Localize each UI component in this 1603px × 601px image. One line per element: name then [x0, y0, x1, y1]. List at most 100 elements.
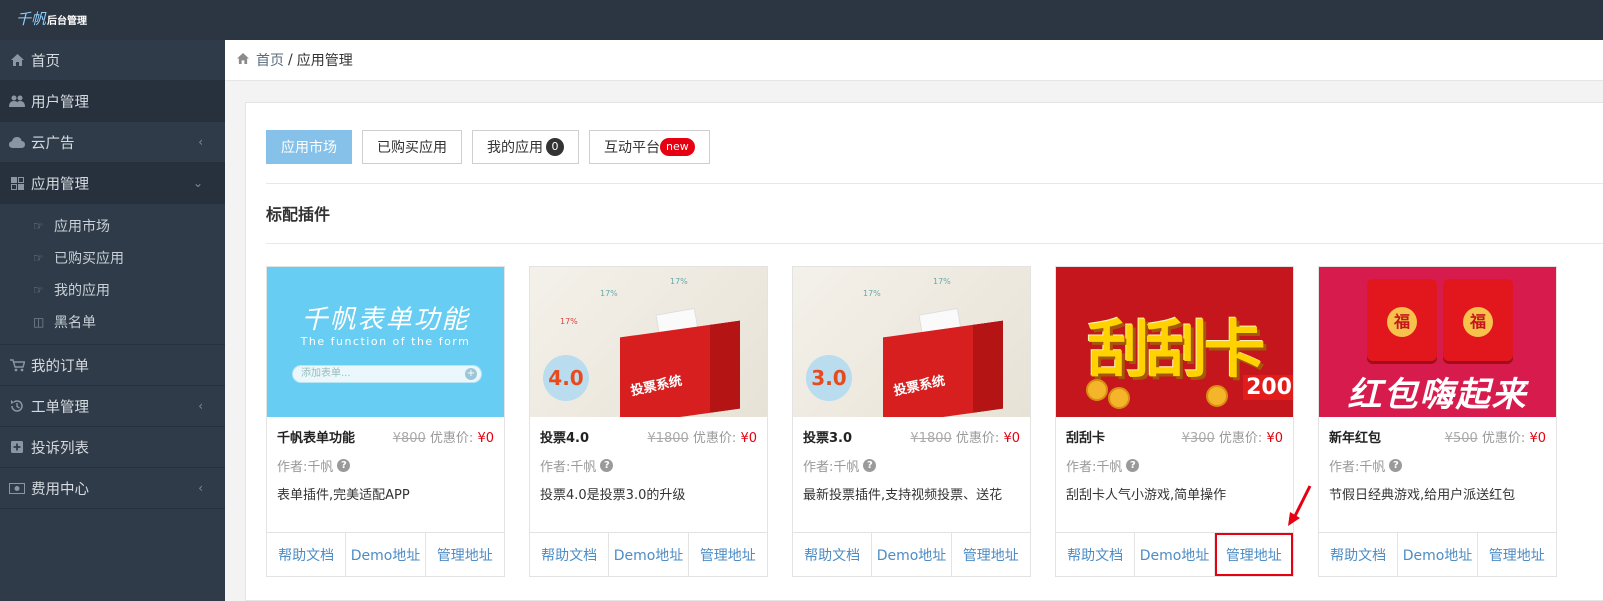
logo-text: 后台管理	[47, 16, 88, 27]
demo-link[interactable]: Demo地址	[872, 533, 952, 576]
help-doc-link[interactable]: 帮助文档	[530, 533, 610, 576]
demo-link[interactable]: Demo地址	[609, 533, 689, 576]
sale-price: ¥0	[1266, 431, 1283, 446]
submenu-item-app-market[interactable]: ☞ 应用市场	[0, 210, 225, 242]
chevron-left-icon: ‹	[198, 481, 203, 495]
price-label: 优惠价:	[1218, 431, 1263, 446]
demo-link[interactable]: Demo地址	[1135, 533, 1215, 576]
chevron-down-icon: ⌄	[192, 176, 203, 190]
question-icon[interactable]: ?	[863, 459, 877, 472]
plugin-card-red-envelope: 福 福 红包嗨起来 新年红包 ¥500 优惠价: ¥0 作者:千帆? 节假日经典…	[1318, 266, 1557, 577]
demo-link[interactable]: Demo地址	[1398, 533, 1478, 576]
tab-bar: 应用市场 已购买应用 我的应用 0 互动平台 new	[266, 130, 720, 164]
old-price: ¥300	[1181, 431, 1215, 446]
question-icon[interactable]: ?	[600, 459, 614, 472]
sidebar-item-label: 首页	[31, 53, 60, 70]
card-title: 新年红包	[1329, 431, 1382, 446]
submenu-item-blacklist[interactable]: ◫ 黑名单	[0, 306, 225, 338]
tab-label: 我的应用	[487, 140, 543, 156]
question-icon[interactable]: ?	[1389, 459, 1403, 472]
sale-price: ¥0	[1529, 431, 1546, 446]
sidebar-item-label: 费用中心	[31, 481, 89, 498]
sidebar-item-complaints[interactable]: 投诉列表	[0, 427, 225, 468]
admin-link[interactable]: 管理地址	[952, 533, 1030, 576]
price-label: 优惠价:	[429, 431, 474, 446]
plugin-thumbnail[interactable]: 刮刮卡 200	[1056, 267, 1293, 417]
sidebar-item-label: 投诉列表	[31, 440, 89, 457]
tab-label: 互动平台	[604, 140, 660, 156]
sale-price: ¥0	[740, 431, 757, 446]
thumbnail-stat: 17%	[600, 289, 618, 298]
sidebar-item-tickets[interactable]: 工单管理 ‹	[0, 386, 225, 427]
thumbnail-stat: 17%	[670, 277, 688, 286]
hand-point-icon: ☞	[33, 283, 44, 297]
plugin-card-form: 千帆表单功能 The function of the form 添加表单... +…	[266, 266, 505, 577]
hand-point-icon: ☞	[33, 251, 44, 265]
apps-icon	[8, 176, 26, 190]
sidebar-item-users[interactable]: 用户管理	[0, 81, 225, 122]
submenu-item-my-apps[interactable]: ☞ 我的应用	[0, 274, 225, 306]
divider	[266, 183, 1603, 184]
submenu-item-label: 已购买应用	[54, 251, 124, 267]
card-price: ¥500 优惠价: ¥0	[1445, 427, 1546, 446]
plugin-thumbnail[interactable]: 福 福 红包嗨起来	[1319, 267, 1556, 417]
chevron-left-icon: ‹	[198, 399, 203, 413]
submenu-item-label: 黑名单	[54, 315, 96, 331]
plugin-thumbnail[interactable]: 千帆表单功能 The function of the form 添加表单... +	[267, 267, 504, 417]
sidebar-item-label: 工单管理	[31, 399, 89, 416]
logo[interactable]: 千帆后台管理	[16, 8, 87, 29]
chevron-left-icon: ‹	[198, 135, 203, 149]
admin-link[interactable]: 管理地址	[1214, 533, 1293, 576]
tab-interactive-platform[interactable]: 互动平台 new	[589, 130, 710, 164]
sidebar-item-label: 应用管理	[31, 176, 89, 193]
demo-link[interactable]: Demo地址	[346, 533, 426, 576]
plugin-card-vote-4: 17% 17% 17% 投票系统 4.0 投票4.0 ¥1800 优惠价: ¥0…	[529, 266, 768, 577]
plugin-card-vote-3: 17% 17% 投票系统 3.0 投票3.0 ¥1800 优惠价: ¥0 作者:…	[792, 266, 1031, 577]
card-description: 投票4.0是投票3.0的升级	[540, 488, 686, 503]
thumbnail-input-graphic: 添加表单... +	[292, 365, 482, 383]
help-doc-link[interactable]: 帮助文档	[793, 533, 873, 576]
tab-app-market[interactable]: 应用市场	[266, 130, 352, 164]
card-price: ¥800 优惠价: ¥0	[393, 427, 494, 446]
plus-square-icon	[8, 440, 26, 454]
app-management-submenu: ☞ 应用市场 ☞ 已购买应用 ☞ 我的应用 ◫ 黑名单	[0, 204, 225, 345]
question-icon[interactable]: ?	[337, 459, 351, 472]
admin-link[interactable]: 管理地址	[1478, 533, 1556, 576]
cart-icon	[8, 358, 26, 372]
card-links: 帮助文档 Demo地址 管理地址	[1319, 532, 1556, 576]
plugin-thumbnail[interactable]: 17% 17% 17% 投票系统 4.0	[530, 267, 767, 417]
tab-purchased-apps[interactable]: 已购买应用	[362, 130, 462, 164]
sidebar-item-my-orders[interactable]: 我的订单	[0, 345, 225, 386]
card-price: ¥1800 优惠价: ¥0	[647, 427, 757, 446]
plugin-thumbnail[interactable]: 17% 17% 投票系统 3.0	[793, 267, 1030, 417]
fu-badge: 福	[1463, 307, 1493, 337]
card-links: 帮助文档 Demo地址 管理地址	[793, 532, 1030, 576]
breadcrumb-current: 应用管理	[296, 53, 353, 69]
top-bar: 千帆后台管理	[0, 0, 1603, 40]
tab-my-apps[interactable]: 我的应用 0	[472, 130, 579, 164]
divider	[266, 243, 1603, 244]
tab-label: 应用市场	[281, 140, 337, 156]
sidebar: 首页 用户管理 云广告 ‹ 应用管理 ⌄ ☞ 应用市场 ☞ 已购买应用 ☞ 我的…	[0, 40, 225, 601]
submenu-item-purchased-apps[interactable]: ☞ 已购买应用	[0, 242, 225, 274]
envelope-graphic: 福	[1443, 279, 1513, 361]
old-price: ¥1800	[647, 431, 689, 446]
sidebar-item-home[interactable]: 首页	[0, 40, 225, 81]
question-icon[interactable]: ?	[1126, 459, 1140, 472]
version-badge: 3.0	[806, 355, 852, 401]
breadcrumb-separator: /	[288, 52, 293, 68]
help-doc-link[interactable]: 帮助文档	[1056, 533, 1136, 576]
card-description: 节假日经典游戏,给用户派送红包	[1329, 488, 1516, 503]
breadcrumb-home-link[interactable]: 首页	[256, 50, 284, 70]
hand-point-icon: ☞	[33, 219, 44, 233]
help-doc-link[interactable]: 帮助文档	[1319, 533, 1399, 576]
sidebar-item-app-management[interactable]: 应用管理 ⌄	[0, 163, 225, 204]
admin-link[interactable]: 管理地址	[689, 533, 767, 576]
ballot-box-graphic	[620, 320, 740, 417]
sidebar-item-billing[interactable]: 费用中心 ‹	[0, 468, 225, 509]
help-doc-link[interactable]: 帮助文档	[267, 533, 347, 576]
card-title: 千帆表单功能	[277, 431, 356, 446]
cloud-icon	[8, 135, 26, 149]
sidebar-item-cloud-ads[interactable]: 云广告 ‹	[0, 122, 225, 163]
admin-link[interactable]: 管理地址	[426, 533, 504, 576]
